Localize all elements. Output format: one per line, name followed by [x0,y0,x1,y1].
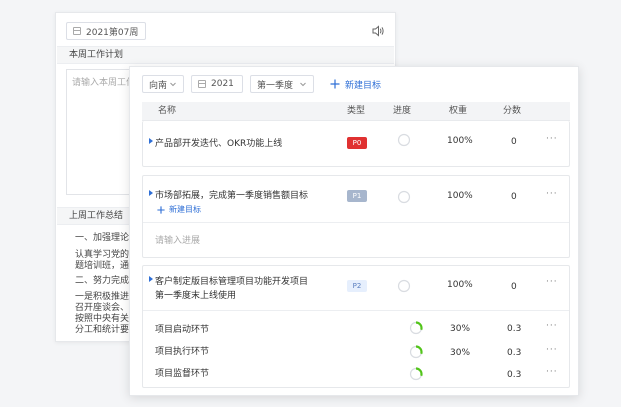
progress-ring [409,345,423,359]
owner-select[interactable]: 向南 [142,75,184,93]
plus-icon [157,205,165,214]
more-menu-icon[interactable]: ··· [546,321,558,331]
calendar-icon [198,80,206,88]
plan-textarea[interactable]: 请输入本周工作 [66,69,136,195]
progress-ring [397,133,411,147]
more-menu-icon[interactable]: ··· [546,277,558,287]
quarter-select[interactable]: 第一季度 [250,75,314,93]
chevron-down-icon [170,82,176,87]
more-menu-icon[interactable]: ··· [546,134,558,144]
progress-input[interactable]: 请输入进展 [155,233,200,246]
header-score: 分数 [503,106,522,116]
goal-row[interactable]: 产品部开发迭代、OKR功能上线 P0 100% 0 ··· [142,121,570,167]
year-picker[interactable]: 2021 [191,75,243,93]
subitem-name: 项目监督环节 [155,369,210,379]
expand-triangle-icon[interactable] [149,190,153,196]
quarter-value: 第一季度 [257,80,294,91]
new-goal-button[interactable]: 新建目标 [330,76,381,92]
progress-ring [397,190,411,204]
goal-score: 0 [511,137,517,147]
priority-badge-p2: P2 [347,280,367,292]
week-value: 2021第07周 [86,27,139,38]
year-value: 2021 [211,79,234,89]
progress-ring [409,321,423,335]
divider [143,310,569,311]
priority-badge-p1: P1 [347,190,367,202]
goal-name: 市场部拓展，完成第一季度销售额目标 [155,191,309,201]
okr-goals-panel: 向南 2021 第一季度 新建目标 名称 类型 进度 权重 分数 产品部开发迭代… [129,66,579,396]
goal-score: 0 [511,192,517,202]
speaker-icon[interactable] [371,24,385,38]
chevron-down-icon [300,82,306,87]
header-name: 名称 [158,106,177,116]
week-picker[interactable]: 2021第07周 [66,22,146,40]
plan-placeholder: 请输入本周工作 [72,78,136,88]
goal-weight: 100% [447,280,473,290]
progress-ring-track [397,133,411,147]
more-menu-icon[interactable]: ··· [546,345,558,355]
expand-triangle-icon[interactable] [149,138,153,144]
divider [143,222,569,223]
goal-weight: 100% [447,136,473,146]
table-header: 名称 类型 进度 权重 分数 [142,102,570,121]
add-child-goal-label: 新建目标 [169,205,201,214]
progress-ring-track [397,190,411,204]
goal-name-line1: 客户制定版目标管理项目功能开发项目 [155,277,309,287]
subitem-score: 0.3 [507,324,522,334]
header-type: 类型 [347,106,366,116]
progress-ring [397,279,411,293]
more-menu-icon[interactable]: ··· [546,367,558,377]
goal-weight: 100% [447,191,473,201]
expand-triangle-icon[interactable] [149,276,153,282]
goal-name-line2: 第一季度末上线使用 [155,291,237,301]
new-goal-label: 新建目标 [345,80,382,91]
header-weight: 权重 [449,106,468,116]
add-child-goal-button[interactable]: 新建目标 [157,204,201,215]
plan-section-header: 本周工作计划 [57,46,394,64]
subitem-score: 0.3 [507,370,522,380]
subitem-weight: 30% [450,324,471,334]
more-menu-icon[interactable]: ··· [546,189,558,199]
progress-ring [409,367,423,381]
goal-row[interactable]: 客户制定版目标管理项目功能开发项目 第一季度末上线使用 P2 100% 0 ··… [142,265,570,388]
goal-row[interactable]: 市场部拓展，完成第一季度销售额目标 P1 100% 0 ··· 新建目标 请输入… [142,175,570,258]
subitem-weight: 30% [450,348,471,358]
subitem-name: 项目启动环节 [155,325,210,335]
priority-badge-p0: P0 [347,137,367,149]
calendar-icon [73,27,81,35]
owner-value: 向南 [149,80,168,91]
progress-ring-track [397,279,411,293]
plus-icon [330,79,340,89]
goal-score: 0 [511,282,517,292]
subitem-name: 项目执行环节 [155,347,210,357]
header-progress: 进度 [393,106,412,116]
subitem-score: 0.3 [507,348,522,358]
goal-name: 产品部开发迭代、OKR功能上线 [155,139,283,149]
